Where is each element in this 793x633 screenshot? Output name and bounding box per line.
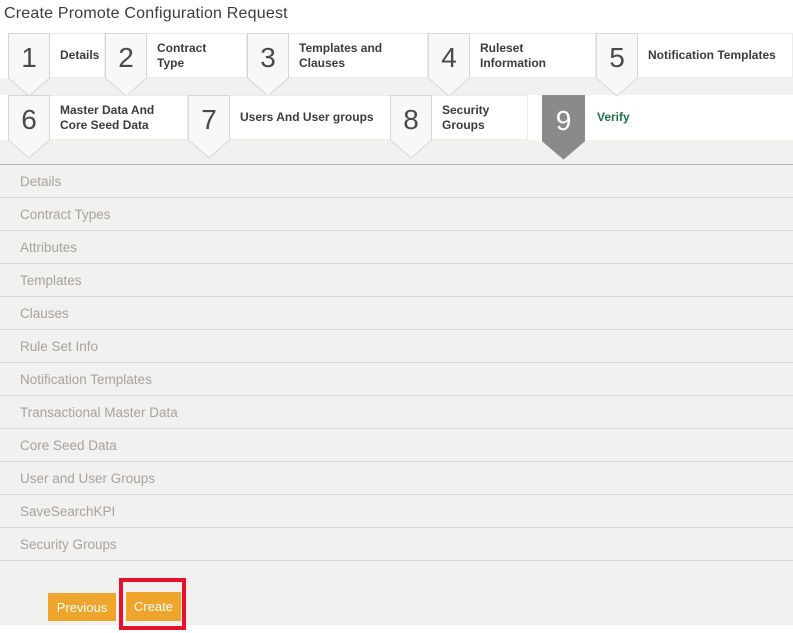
section-row-core-seed-data[interactable]: Core Seed Data [0,429,793,462]
wizard-step-details[interactable]: 1 Details [8,33,105,97]
svg-text:4: 4 [441,42,457,73]
section-row-transactional-master-data[interactable]: Transactional Master Data [0,396,793,429]
svg-text:3: 3 [260,42,276,73]
svg-text:1: 1 [21,42,37,73]
section-row-templates[interactable]: Templates [0,264,793,297]
wizard-step-templates-clauses[interactable]: 3 Templates and Clauses [247,33,428,97]
create-promote-configuration-page: Create Promote Configuration Request 1 D… [0,0,793,633]
step-label: Notification Templates [638,33,793,78]
step-label: Security Groups [432,95,528,140]
create-button[interactable]: Create [126,592,181,621]
step-number-pennant-icon: 6 [8,95,50,159]
section-row-savesearchkpi[interactable]: SaveSearchKPI [0,495,793,528]
wizard-step-master-data-core-seed[interactable]: 6 Master Data And Core Seed Data [8,95,188,159]
page-title: Create Promote Configuration Request [4,5,288,23]
section-row-contract-types[interactable]: Contract Types [0,198,793,231]
wizard-step-notification-templates[interactable]: 5 Notification Templates [596,33,793,97]
step-label: Master Data And Core Seed Data [50,95,188,140]
step-label: Details [50,33,105,78]
section-row-security-groups[interactable]: Security Groups [0,528,793,561]
svg-text:7: 7 [201,104,217,135]
step-number-pennant-icon: 8 [390,95,432,159]
step-number-pennant-icon: 3 [247,33,289,97]
wizard-step-verify-active[interactable]: 9 Verify [542,95,640,160]
step-number-pennant-icon: 7 [188,95,230,159]
section-row-clauses[interactable]: Clauses [0,297,793,330]
step-label: Templates and Clauses [289,33,428,78]
step-label: Ruleset Information [470,33,596,78]
svg-text:9: 9 [556,105,572,136]
wizard-step-security-groups[interactable]: 8 Security Groups [390,95,528,159]
wizard-step-users-user-groups[interactable]: 7 Users And User groups [188,95,391,159]
svg-text:5: 5 [609,42,625,73]
step-label: Verify [585,95,640,140]
section-row-details[interactable]: Details [0,165,793,198]
svg-text:6: 6 [21,104,37,135]
svg-text:8: 8 [403,104,419,135]
step-number-pennant-icon: 2 [105,33,147,97]
svg-text:2: 2 [118,42,134,73]
section-row-attributes[interactable]: Attributes [0,231,793,264]
step-number-pennant-icon: 4 [428,33,470,97]
previous-button[interactable]: Previous [48,593,116,621]
verify-section-list: Details Contract Types Attributes Templa… [0,164,793,561]
wizard-step-ruleset-information[interactable]: 4 Ruleset Information [428,33,596,97]
section-row-rule-set-info[interactable]: Rule Set Info [0,330,793,363]
step-number-pennant-icon: 1 [8,33,50,97]
section-row-user-and-user-groups[interactable]: User and User Groups [0,462,793,495]
step-label: Contract Type [147,33,247,78]
step-number-pennant-icon: 5 [596,33,638,97]
wizard-step-contract-type[interactable]: 2 Contract Type [105,33,247,97]
step-number-pennant-icon: 9 [542,95,585,160]
section-row-notification-templates[interactable]: Notification Templates [0,363,793,396]
step-label: Users And User groups [230,95,391,140]
